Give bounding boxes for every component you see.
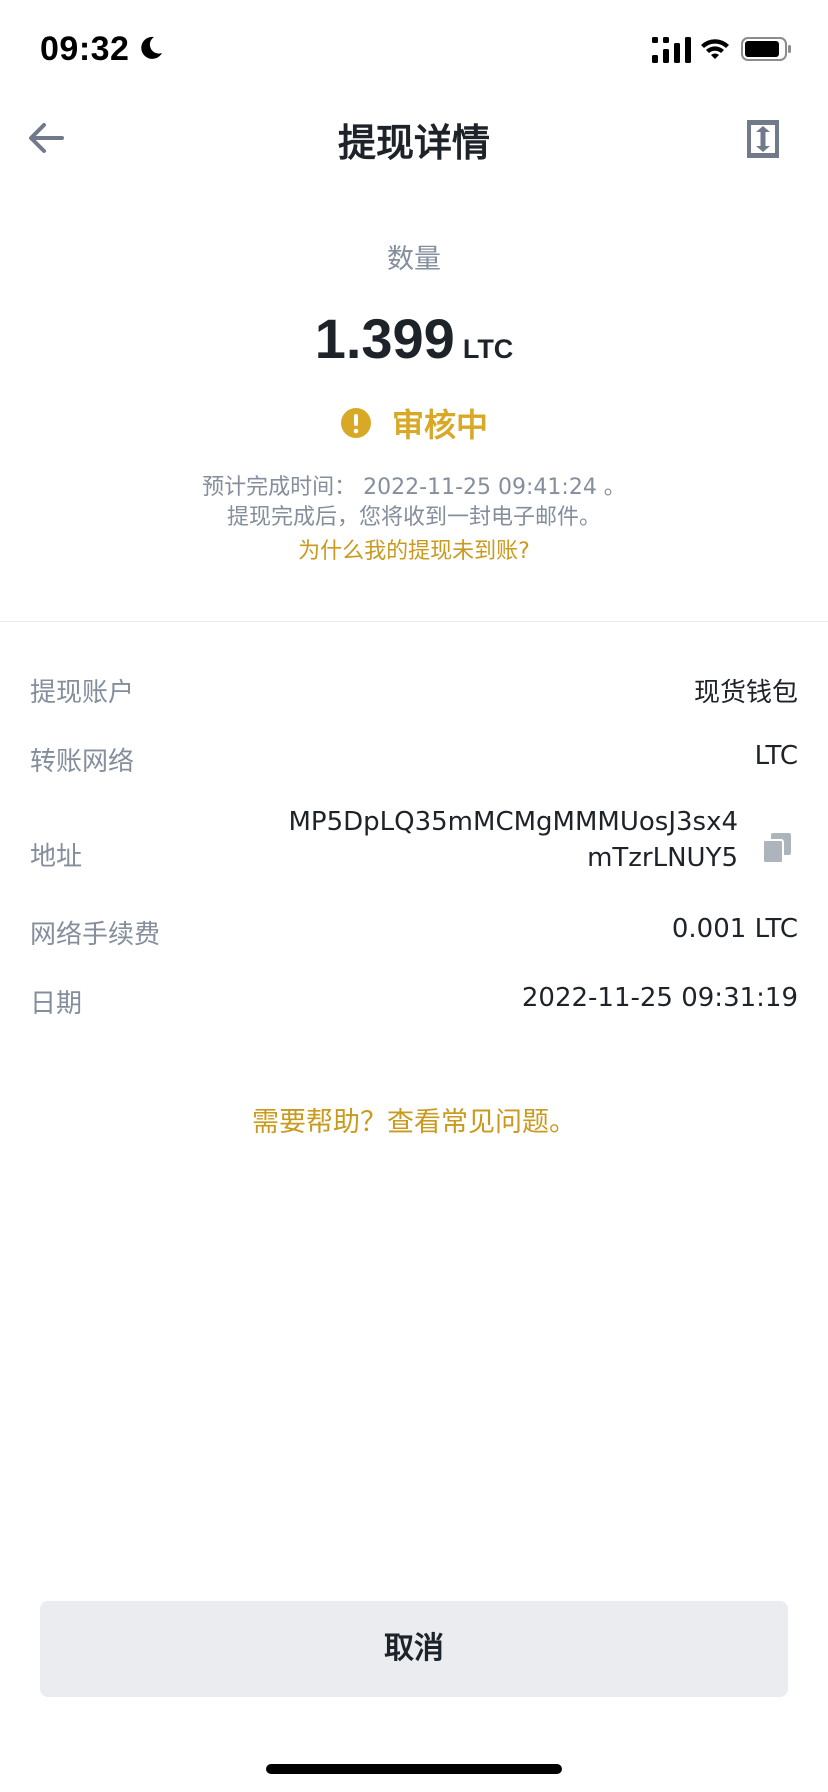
copy-icon[interactable]: [762, 832, 792, 864]
status-bar: 09:32: [0, 0, 828, 100]
network-label: 转账网络: [30, 747, 135, 777]
status-badge: 审核中: [391, 406, 488, 444]
eta-text: 预计完成时间： 2022-11-25 09:41:24 。: [202, 475, 626, 500]
cancel-button[interactable]: 取消: [40, 1601, 788, 1697]
download-icon[interactable]: [745, 118, 781, 160]
email-notice: 提现完成后，您将收到一封电子邮件。: [226, 505, 601, 530]
detail-row-account: 提现账户 现货钱包: [0, 660, 828, 729]
details-list: 提现账户 现货钱包 转账网络 LTC 地址 MP5DpLQ35mMCMgMMMU…: [0, 660, 828, 1040]
warning-icon: [340, 408, 371, 438]
date-label: 日期: [30, 989, 83, 1019]
wifi-icon: [701, 39, 729, 59]
amount-row: 1.399 LTC: [0, 304, 828, 374]
help-faq-link[interactable]: 需要帮助？查看常见问题。: [0, 1100, 828, 1139]
fee-label: 网络手续费: [30, 920, 161, 950]
home-indicator[interactable]: [266, 1764, 562, 1774]
amount-label: 数量: [387, 244, 441, 275]
date-value: 2022-11-25 09:31:19: [521, 983, 798, 1013]
withdrawal-summary: 数量 1.399 LTC 审核中 预计完成时间： 2022-11-25 09:41…: [0, 240, 828, 568]
account-label: 提现账户: [30, 678, 135, 708]
fee-value: 0.001 LTC: [671, 914, 798, 944]
status-row: 审核中: [0, 400, 828, 446]
battery-icon: [741, 37, 791, 61]
nav-bar: 提现详情: [0, 100, 828, 180]
amount-unit: LTC: [462, 334, 514, 364]
moon-icon: [141, 36, 162, 59]
account-value: 现货钱包: [693, 678, 798, 708]
detail-row-date: 日期 2022-11-25 09:31:19: [0, 971, 828, 1040]
page-title: 提现详情: [337, 121, 490, 165]
detail-row-fee: 网络手续费 0.001 LTC: [0, 902, 828, 971]
address-value: MP5DpLQ35mMCMgMMMUosJ3sx4mTzrLNUY5: [288, 807, 738, 873]
detail-row-network: 转账网络 LTC: [0, 729, 828, 798]
network-value: LTC: [754, 741, 798, 771]
address-label: 地址: [30, 842, 83, 872]
section-divider: [0, 621, 828, 622]
status-time: 09:32: [40, 30, 130, 68]
amount-value: 1.399: [314, 307, 455, 370]
faq-link[interactable]: 为什么我的提现未到账?: [0, 536, 828, 568]
detail-row-address: 地址 MP5DpLQ35mMCMgMMMUosJ3sx4mTzrLNUY5: [0, 798, 828, 902]
cellular-signal-icon: [652, 37, 691, 63]
